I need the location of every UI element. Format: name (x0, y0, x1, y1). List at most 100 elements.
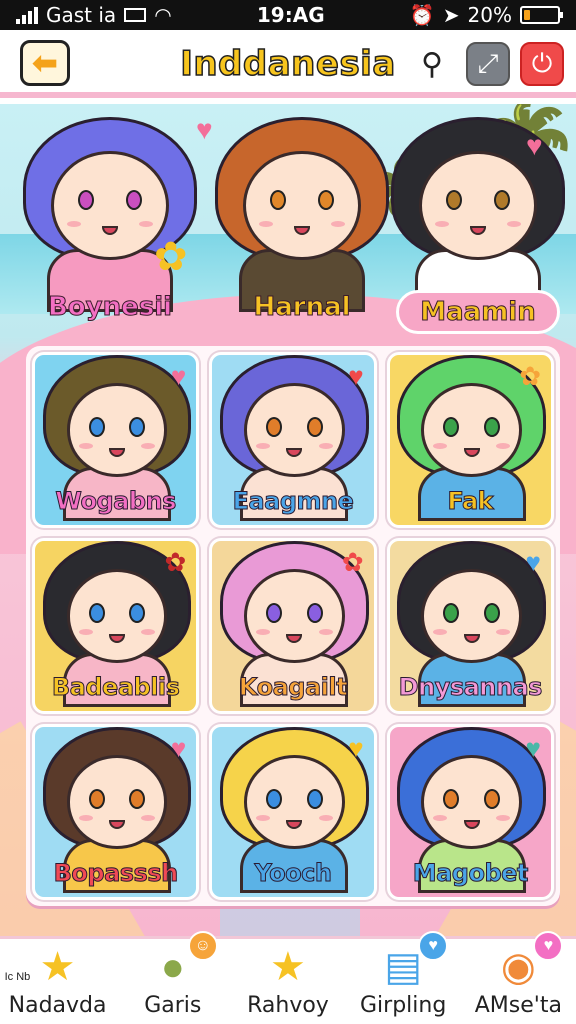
character-face (419, 150, 537, 260)
featured-character-name: Boynesii (47, 292, 173, 323)
flower-icon: ✿ (519, 361, 541, 391)
character-face (66, 755, 168, 849)
star-icon: ★ (270, 945, 306, 989)
character-name: Dnysannas (398, 673, 543, 702)
character-name: Fak (447, 487, 494, 516)
character-card[interactable]: ♥ Bopasssh (32, 724, 200, 900)
flower-icon: ✿ (154, 235, 188, 279)
card-icon (124, 8, 147, 22)
nav-label: Girpling (360, 993, 447, 1018)
flower-icon: ✿ (341, 547, 364, 577)
character-name: Yooch (254, 859, 332, 888)
search-button[interactable]: ⚲ (410, 42, 454, 86)
character-eye (265, 603, 282, 623)
character-face (243, 755, 345, 849)
character-eye (125, 190, 142, 210)
character-face (243, 150, 361, 260)
character-card[interactable]: ✿ Badeablis (32, 538, 200, 714)
nav-label: Rahvoy (247, 993, 329, 1018)
status-bar: Gast ia ◠ 19:AG ⏰ ➤ 20% (0, 0, 576, 30)
character-blush (331, 220, 346, 227)
character-card[interactable]: ✿ Koagailt (209, 538, 377, 714)
nav-item-rahvoy[interactable]: ★ Rahvoy (233, 941, 343, 1018)
character-eye (484, 789, 501, 809)
character-blush (139, 220, 154, 227)
search-icon: ⚲ (421, 47, 443, 81)
location-icon: ➤ (442, 3, 460, 27)
featured-character-name: Maamin (396, 290, 560, 334)
character-face (51, 150, 169, 260)
character-face (421, 383, 523, 477)
character-eye (493, 190, 510, 210)
character-face (421, 569, 523, 663)
flower-icon: ✿ (164, 547, 187, 577)
character-name: Magobet (412, 859, 529, 888)
character-eye (88, 789, 105, 809)
character-card[interactable]: ♥ Wogabns (32, 352, 200, 528)
character-grid: ♥ Wogabns ♥ Eaagmne ✿ Fak ✿ Badeablis ✿ Koagailt ♥… (26, 346, 560, 906)
character-card[interactable]: ♥ Eaagmne (209, 352, 377, 528)
character-eye (317, 190, 334, 210)
character-blush (434, 220, 449, 227)
friend-icon: ● (160, 944, 185, 989)
character-eye (306, 603, 323, 623)
game-icon: ◉ (500, 945, 536, 989)
character-name: Bopasssh (53, 859, 179, 888)
heart-icon: ♥ (348, 733, 364, 763)
heart-badge-icon: ♥ (533, 931, 564, 961)
character-blush (258, 220, 273, 227)
character-name: Eaagmne (232, 487, 354, 516)
heart-icon: ♥ (525, 733, 541, 763)
battery-icon (520, 6, 563, 24)
bottom-nav: ★ Ic Nb Nadavda ● ☺ Garis ★ Rahvoy ▤ ♥ Girpling ◉ ♥ A… (0, 931, 576, 1024)
character-name: Badeablis (51, 673, 180, 702)
heart-icon: ♥ (196, 114, 213, 145)
character-eye (265, 417, 282, 437)
nav-item-nadavda[interactable]: ★ Ic Nb Nadavda (3, 941, 113, 1018)
character-face (243, 569, 345, 663)
character-eye (306, 417, 323, 437)
wifi-icon: ◠ (154, 3, 172, 27)
heart-icon: ♥ (526, 130, 543, 161)
tools-button[interactable]: ⤢ (466, 42, 510, 86)
heart-badge-icon: ♥ (418, 931, 449, 961)
character-name: Koagailt (238, 673, 348, 702)
character-eye (484, 603, 501, 623)
character-card[interactable]: ♥ Dnysannas (386, 538, 554, 714)
nav-sublabel: Ic Nb (4, 971, 31, 983)
character-eye (484, 417, 501, 437)
power-button[interactable]: ⏻ (520, 42, 564, 86)
character-eye (88, 603, 105, 623)
featured-character[interactable]: Harnal (212, 117, 392, 324)
character-face (66, 383, 168, 477)
nav-item-garis[interactable]: ● ☺ Garis (118, 931, 228, 1018)
emoji-badge-icon: ☺ (187, 931, 218, 961)
character-blush (507, 220, 522, 227)
heart-icon: ♥ (348, 361, 364, 391)
character-card[interactable]: ♥ Yooch (209, 724, 377, 900)
heart-icon: ♥ (170, 733, 187, 763)
featured-character[interactable]: Boynesii (20, 117, 200, 324)
tools-icon: ⤢ (477, 48, 499, 78)
nav-item-girpling[interactable]: ▤ ♥ Girpling (348, 931, 458, 1018)
character-eye (306, 789, 323, 809)
nav-item-amseta[interactable]: ◉ ♥ AMse'ta (463, 931, 573, 1018)
character-card[interactable]: ✿ Fak (386, 352, 554, 528)
carrier-label: Gast ia (46, 3, 117, 27)
heart-icon: ♥ (525, 547, 541, 577)
alarm-icon: ⏰ (409, 3, 435, 27)
signal-icon (16, 6, 38, 24)
app-header: ⬅ Inddanesia ⚲ ⤢ ⏻ (0, 30, 576, 98)
featured-character-name: Harnal (253, 292, 351, 323)
main-scene: 🌴 🌴 BoynesiiHarnalMaamin♥✿♥ ♥Wogabns♥Eaa… (0, 104, 576, 936)
character-name: Wogabns (55, 487, 177, 516)
character-face (421, 755, 523, 849)
character-blush (66, 220, 81, 227)
battery-label: 20% (467, 3, 512, 27)
character-face (243, 383, 345, 477)
nav-label: Garis (144, 993, 202, 1018)
character-eye (88, 417, 105, 437)
store-icon: ▤ (384, 945, 423, 989)
power-icon: ⏻ (531, 48, 553, 78)
character-card[interactable]: ♥ Magobet (386, 724, 554, 900)
